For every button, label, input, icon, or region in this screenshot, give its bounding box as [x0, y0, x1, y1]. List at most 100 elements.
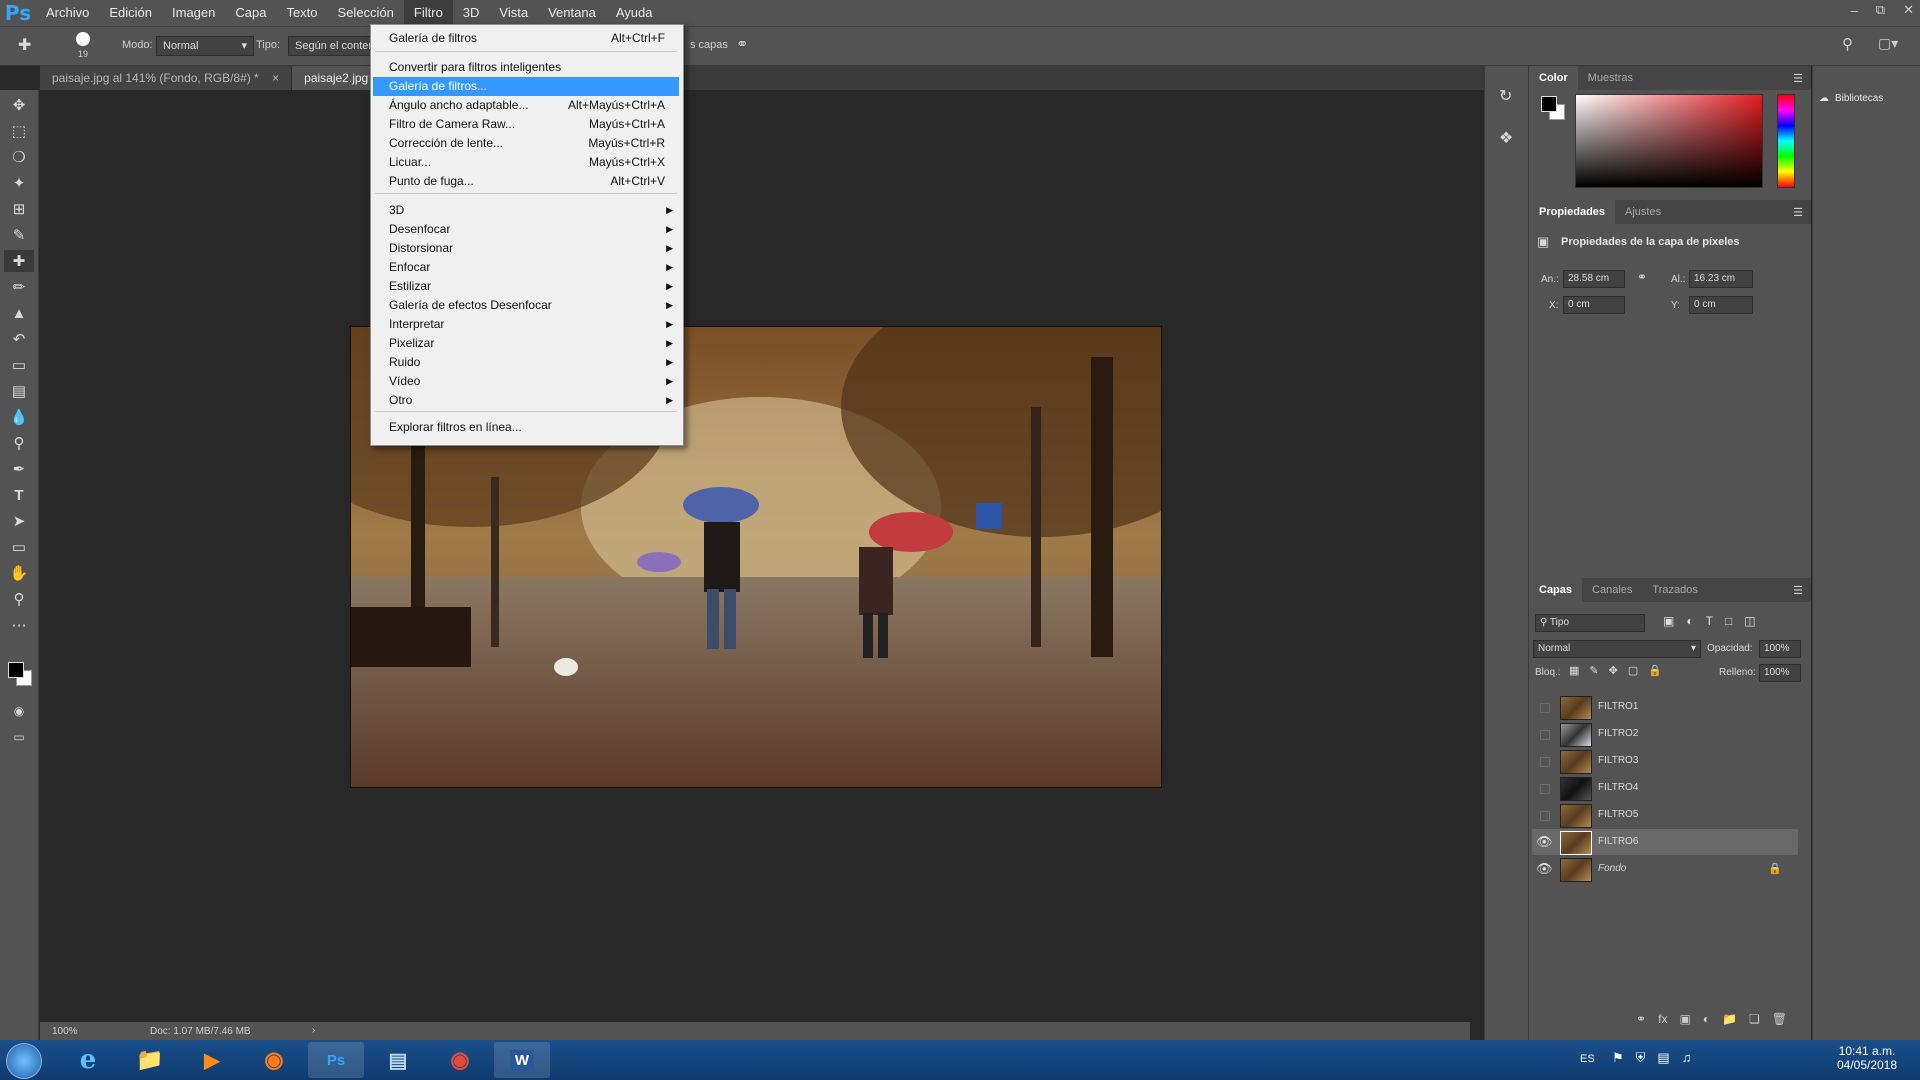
mode-select[interactable]: Normal ▾ [156, 36, 254, 56]
filter-smart-icon[interactable]: ◫ [1744, 614, 1755, 628]
layer-filter-select[interactable]: ⚲ Tipo [1535, 614, 1645, 632]
color-foreground-swatch[interactable] [1541, 96, 1557, 112]
menu-seleccion[interactable]: Selección [328, 0, 404, 26]
filter-menu-item[interactable]: Ruido ▶ [373, 353, 679, 372]
width-field[interactable]: 28.58 cm [1563, 270, 1625, 288]
filter-menu-item[interactable]: Ángulo ancho adaptable... Alt+Mayús+Ctrl+… [373, 96, 679, 115]
tray-flag-icon[interactable]: ⚑ [1612, 1050, 1624, 1066]
history-brush-tool-icon[interactable]: ↶ [4, 328, 34, 350]
start-button-icon[interactable] [6, 1043, 42, 1079]
pressure-icon[interactable]: ⚭ [736, 35, 749, 53]
visibility-toggle[interactable] [1540, 784, 1550, 794]
minimize-icon[interactable]: – [1851, 3, 1858, 18]
menu-archivo[interactable]: Archivo [36, 0, 99, 26]
adjustment-layer-icon[interactable]: ◐ [1703, 1012, 1710, 1036]
photoshop-taskbar-icon[interactable]: Ps [308, 1042, 364, 1078]
filter-menu-item[interactable]: Corrección de lente... Mayús+Ctrl+R [373, 134, 679, 153]
tab-close-icon[interactable]: × [272, 71, 279, 85]
history-panel-icon[interactable]: ↻ [1499, 86, 1512, 106]
word-icon[interactable]: W [494, 1042, 550, 1078]
type-tool-icon[interactable]: T [4, 484, 34, 506]
opacity-field[interactable]: 100% [1759, 640, 1801, 658]
layer-row-fondo[interactable]: 👁 Fondo 🔒 [1532, 856, 1798, 882]
visibility-toggle[interactable] [1540, 703, 1550, 713]
filter-menu-item[interactable]: Galería de efectos Desenfocar ▶ [373, 296, 679, 315]
link-icon[interactable]: ⚭ [1637, 270, 1647, 284]
search-icon[interactable]: ⚲ [1842, 35, 1853, 53]
brush-preview-icon[interactable] [76, 32, 90, 46]
internet-explorer-icon[interactable]: e [60, 1042, 116, 1078]
filter-shape-icon[interactable]: □ [1725, 614, 1732, 628]
firefox-icon[interactable]: ◉ [246, 1042, 302, 1078]
adjustments-panel-icon[interactable]: ❖ [1499, 128, 1513, 148]
tab-color[interactable]: Color [1529, 66, 1578, 90]
tab-canales[interactable]: Canales [1582, 578, 1642, 602]
libraries-button[interactable]: ☁ Bibliotecas [1819, 88, 1915, 108]
x-field[interactable]: 0 cm [1563, 296, 1625, 314]
filter-menu-item[interactable]: Pixelizar ▶ [373, 334, 679, 353]
layer-row-filtro4[interactable]: FILTRO4 [1532, 775, 1798, 801]
filter-menu-item[interactable]: Convertir para filtros inteligentes [373, 58, 679, 77]
hand-tool-icon[interactable]: ✋ [4, 562, 34, 584]
y-field[interactable]: 0 cm [1689, 296, 1753, 314]
layer-row-filtro6[interactable]: 👁 FILTRO6 [1532, 829, 1798, 855]
filter-menu-item[interactable]: Desenfocar ▶ [373, 220, 679, 239]
menu-vista[interactable]: Vista [489, 0, 538, 26]
lasso-tool-icon[interactable]: ❍ [4, 146, 34, 168]
move-tool-icon[interactable]: ✥ [4, 94, 34, 116]
file-explorer-icon[interactable]: 📁 [122, 1042, 178, 1078]
close-icon[interactable]: ✕ [1903, 2, 1914, 18]
chrome-icon[interactable]: ◉ [432, 1042, 488, 1078]
height-field[interactable]: 16.23 cm [1689, 270, 1753, 288]
menu-ventana[interactable]: Ventana [538, 0, 606, 26]
marquee-tool-icon[interactable]: ⬚ [4, 120, 34, 142]
panel-menu-icon[interactable]: ☰ [1793, 72, 1811, 85]
link-layers-icon[interactable]: ⚭ [1636, 1012, 1646, 1036]
color-field[interactable] [1575, 94, 1763, 188]
lock-artboard-icon[interactable]: ▢ [1628, 664, 1638, 677]
tray-shield-icon[interactable]: ⛨ [1636, 1050, 1646, 1066]
filter-menu-item[interactable]: Galería de filtros Alt+Ctrl+F [373, 29, 679, 48]
filter-type-icon[interactable]: T [1706, 614, 1713, 628]
eraser-tool-icon[interactable]: ▭ [4, 354, 34, 376]
layer-row-filtro2[interactable]: FILTRO2 [1532, 721, 1798, 747]
filter-menu-item[interactable]: Galería de filtros... [373, 77, 679, 96]
type-select[interactable]: Según el conten [288, 36, 382, 56]
language-indicator[interactable]: ES [1580, 1053, 1595, 1065]
zoom-level[interactable]: 100% [52, 1026, 78, 1037]
lock-transparent-icon[interactable]: ▦ [1569, 664, 1579, 677]
filter-menu-item[interactable]: 3D ▶ [373, 201, 679, 220]
filter-menu-item[interactable]: Licuar... Mayús+Ctrl+X [373, 153, 679, 172]
tab-trazados[interactable]: Trazados [1642, 578, 1707, 602]
add-mask-icon[interactable]: ▣ [1679, 1012, 1690, 1036]
healing-brush-icon[interactable]: ✚ [18, 35, 31, 55]
blend-mode-select[interactable]: Normal ▾ [1533, 640, 1701, 658]
brush-tool-icon[interactable]: ✏ [4, 276, 34, 298]
tray-network-icon[interactable]: ▤ [1657, 1050, 1669, 1066]
filter-menu-item[interactable]: Explorar filtros en línea... [373, 418, 679, 437]
path-select-tool-icon[interactable]: ➤ [4, 510, 34, 532]
lock-all-icon[interactable]: 🔒 [1648, 664, 1662, 677]
filter-menu-item[interactable]: Otro ▶ [373, 391, 679, 410]
visibility-toggle[interactable] [1540, 730, 1550, 740]
tab-ajustes[interactable]: Ajustes [1615, 200, 1671, 224]
tab-propiedades[interactable]: Propiedades [1529, 200, 1616, 224]
lock-image-icon[interactable]: ✎ [1589, 664, 1598, 677]
hue-slider[interactable] [1777, 94, 1795, 188]
menu-3d[interactable]: 3D [453, 0, 490, 26]
notepad-icon[interactable]: ▤ [370, 1042, 426, 1078]
crop-tool-icon[interactable]: ⊞ [4, 198, 34, 220]
eye-icon[interactable]: 👁 [1536, 834, 1553, 850]
lock-icon[interactable]: 🔒 [1768, 862, 1782, 875]
filter-menu-item[interactable]: Enfocar ▶ [373, 258, 679, 277]
zoom-tool-icon[interactable]: ⚲ [4, 588, 34, 610]
visibility-toggle[interactable] [1540, 811, 1550, 821]
menu-imagen[interactable]: Imagen [162, 0, 225, 26]
media-player-icon[interactable]: ▶ [184, 1042, 240, 1078]
dodge-tool-icon[interactable]: ⚲ [4, 432, 34, 454]
filter-menu-item[interactable]: Estilizar ▶ [373, 277, 679, 296]
blur-tool-icon[interactable]: 💧 [4, 406, 34, 428]
tab-capas[interactable]: Capas [1529, 578, 1583, 602]
layer-row-filtro3[interactable]: FILTRO3 [1532, 748, 1798, 774]
lock-position-icon[interactable]: ✥ [1609, 664, 1618, 677]
